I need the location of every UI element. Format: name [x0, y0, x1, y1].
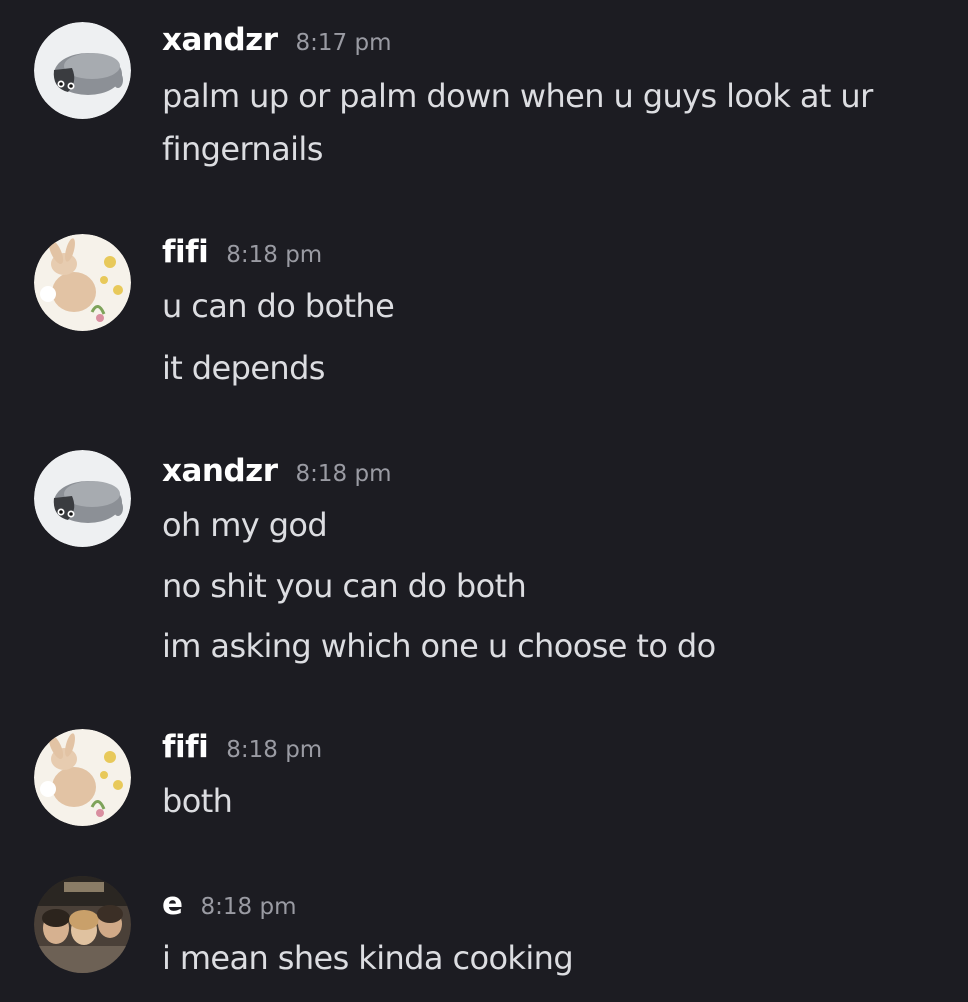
username[interactable]: xandzr — [162, 22, 278, 58]
username[interactable]: fifi — [162, 234, 209, 270]
message-text: im asking which one u choose to do — [162, 627, 716, 665]
message-text: palm up or palm down when u guys look at… — [162, 77, 873, 115]
penguin-avatar-icon[interactable] — [34, 450, 131, 547]
username[interactable]: xandzr — [162, 453, 278, 489]
message-text: oh my god — [162, 506, 328, 544]
message-text: both — [162, 782, 233, 820]
group-photo-avatar-icon[interactable] — [34, 876, 131, 973]
username[interactable]: e — [162, 886, 183, 922]
message-header: fifi 8:18 pm — [162, 234, 322, 278]
message-text: fingernails — [162, 130, 323, 168]
username[interactable]: fifi — [162, 729, 209, 765]
message-header: e 8:18 pm — [162, 886, 297, 930]
bunny-avatar-icon[interactable] — [34, 234, 131, 331]
message-header: xandzr 8:18 pm — [162, 453, 391, 497]
timestamp: 8:18 pm — [226, 242, 323, 268]
message-text: u can do bothe — [162, 287, 395, 325]
message-text: no shit you can do both — [162, 567, 527, 605]
timestamp: 8:18 pm — [226, 737, 323, 763]
message-header: fifi 8:18 pm — [162, 729, 322, 773]
message-text: it depends — [162, 349, 325, 387]
timestamp: 8:18 pm — [200, 894, 297, 920]
penguin-avatar-icon[interactable] — [34, 22, 131, 119]
message-header: xandzr 8:17 pm — [162, 22, 391, 66]
timestamp: 8:17 pm — [295, 30, 392, 56]
bunny-avatar-icon[interactable] — [34, 729, 131, 826]
message-text: i mean shes kinda cooking — [162, 939, 574, 977]
timestamp: 8:18 pm — [295, 461, 392, 487]
